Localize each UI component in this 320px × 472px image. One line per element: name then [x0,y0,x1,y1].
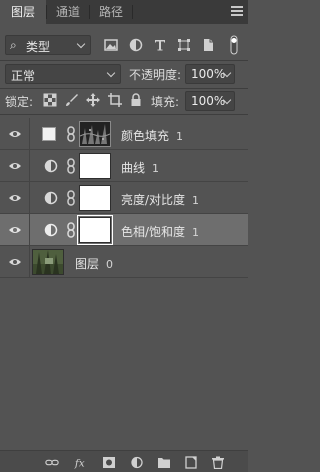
new-layer-icon[interactable] [184,456,198,469]
adjustment-layer-icon[interactable] [44,191,58,205]
opacity-label: 不透明度: [129,68,182,82]
type-filter-icon[interactable] [153,38,167,52]
lock-pixels-icon[interactable] [65,93,79,107]
tab-paths[interactable]: 路径 [90,0,132,24]
panel-menu-icon[interactable] [231,6,243,18]
eye-icon[interactable] [8,193,22,203]
lock-artboard-icon[interactable] [108,93,122,107]
chevron-down-icon [106,68,116,78]
eye-icon[interactable] [8,161,22,171]
layer-mask-thumbnail[interactable] [79,185,111,211]
column-divider [29,150,30,182]
column-divider [29,182,30,214]
layer-mask-thumbnail[interactable] [79,153,111,179]
layer-row-base[interactable]: 图层 0 [0,246,248,278]
adjustment-layer-icon[interactable] [44,223,58,237]
chain-link-icon[interactable] [66,222,76,238]
chain-link-icon[interactable] [66,158,76,174]
divider [0,114,248,115]
lock-transparent-icon[interactable] [43,93,57,107]
blend-mode-value: 正常 [11,69,36,83]
layer-name: 颜色填充 1 [121,129,184,143]
layer-row-curves[interactable]: 曲线 1 [0,150,248,182]
layer-name: 曲线 1 [121,161,160,175]
solid-fill-swatch[interactable] [42,127,56,141]
filter-toggle-icon[interactable] [228,35,240,55]
opacity-field[interactable]: 100% [185,64,235,84]
layer-mask-thumbnail[interactable] [77,215,113,245]
layer-mask-thumbnail[interactable] [79,121,111,147]
layer-name: 图层 0 [75,257,114,271]
tab-channels[interactable]: 通道 [47,0,89,24]
adjustment-layer-icon[interactable] [44,159,58,173]
lock-label: 锁定: [5,95,34,109]
column-divider [29,246,30,278]
layer-name: 色相/饱和度 1 [121,225,200,239]
layer-row-color-fill[interactable]: 颜色填充 1 [0,118,248,150]
fx-icon[interactable]: fx [74,456,88,469]
opacity-value: 100% [191,67,226,81]
tab-divider [132,5,133,19]
fill-field[interactable]: 100% [185,91,235,111]
delete-layer-icon[interactable] [211,456,225,469]
add-mask-icon[interactable] [102,456,116,469]
tab-bar: 图层 通道 路径 [0,0,248,24]
shape-filter-icon[interactable] [177,38,191,52]
fill-value: 100% [191,94,226,108]
smart-object-filter-icon[interactable] [201,38,215,52]
column-divider [29,118,30,150]
filter-type-label: 类型 [26,40,51,54]
lock-position-icon[interactable] [86,93,100,107]
column-divider [29,214,30,246]
new-adjustment-icon[interactable] [130,456,144,469]
chevron-down-icon [76,39,86,49]
link-layers-icon[interactable] [45,456,59,469]
layers-panel: 图层 通道 路径 ⌕ 类型 正常 不透明度: 100% 锁定: 填充: 100%… [0,0,248,472]
adjustment-filter-icon[interactable] [129,38,143,52]
new-group-icon[interactable] [157,456,171,469]
layers-list: 颜色填充 1 曲线 1 亮度/对比度 1 色相/饱和度 1 图层 0 [0,118,248,278]
eye-icon[interactable] [8,225,22,235]
bottom-toolbar: fx [0,450,248,472]
layer-row-hue-saturation[interactable]: 色相/饱和度 1 [0,214,248,246]
eye-icon[interactable] [8,257,22,267]
fill-label: 填充: [151,95,180,109]
tab-layers[interactable]: 图层 [0,0,46,24]
layer-filter-select[interactable]: ⌕ 类型 [5,35,91,55]
layer-row-brightness-contrast[interactable]: 亮度/对比度 1 [0,182,248,214]
image-filter-icon[interactable] [104,38,118,52]
layer-thumbnail[interactable] [32,249,64,275]
chain-link-icon[interactable] [66,190,76,206]
divider [0,88,248,89]
lock-all-icon[interactable] [129,93,143,107]
search-icon: ⌕ [10,38,17,52]
layer-name: 亮度/对比度 1 [121,193,200,207]
divider [0,60,248,61]
svg-text:fx: fx [74,457,85,469]
eye-icon[interactable] [8,129,22,139]
blend-mode-select[interactable]: 正常 [5,64,121,84]
chain-link-icon[interactable] [66,126,76,142]
